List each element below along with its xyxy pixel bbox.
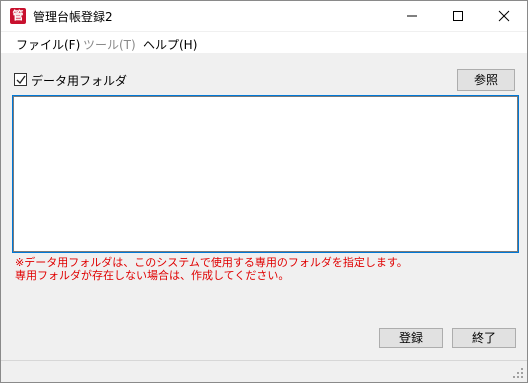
menu-tool[interactable]: ツール(T) [83,36,136,53]
main-content: データ用フォルダ 参照 ※データ用フォルダは、このシステムで使用する専用のフォル… [1,55,527,360]
menu-help[interactable]: ヘルプ(H) [143,36,197,53]
folder-path-field[interactable] [12,95,519,253]
exit-button[interactable]: 終了 [452,328,516,348]
folder-notice: ※データ用フォルダは、このシステムで使用する専用のフォルダを指定します。 専用フ… [15,256,408,282]
window-title: 管理台帳登録2 [33,10,113,24]
title-bar[interactable]: 管 管理台帳登録2 [1,1,527,31]
close-icon [498,10,510,22]
menu-file[interactable]: ファイル(F) [16,36,80,53]
register-button[interactable]: 登録 [379,328,443,348]
app-window: 管 管理台帳登録2 ファイル(F) ツール(T) ヘルプ(H) データ用フォルダ… [0,0,528,383]
minimize-icon [407,15,417,17]
close-button[interactable] [481,1,527,31]
maximize-icon [453,11,463,21]
app-icon: 管 [10,8,26,24]
data-folder-checkbox[interactable] [14,73,27,86]
maximize-button[interactable] [435,1,481,31]
status-bar [1,360,527,382]
data-folder-label[interactable]: データ用フォルダ [31,72,127,89]
checkmark-icon [16,75,26,85]
menu-bar: ファイル(F) ツール(T) ヘルプ(H) [1,32,527,54]
browse-button[interactable]: 参照 [457,69,515,91]
notice-line-1: ※データ用フォルダは、このシステムで使用する専用のフォルダを指定します。 [15,256,408,269]
notice-line-2: 専用フォルダが存在しない場合は、作成してください。 [15,269,290,282]
minimize-button[interactable] [389,1,435,31]
resize-grip-icon[interactable] [512,367,524,379]
